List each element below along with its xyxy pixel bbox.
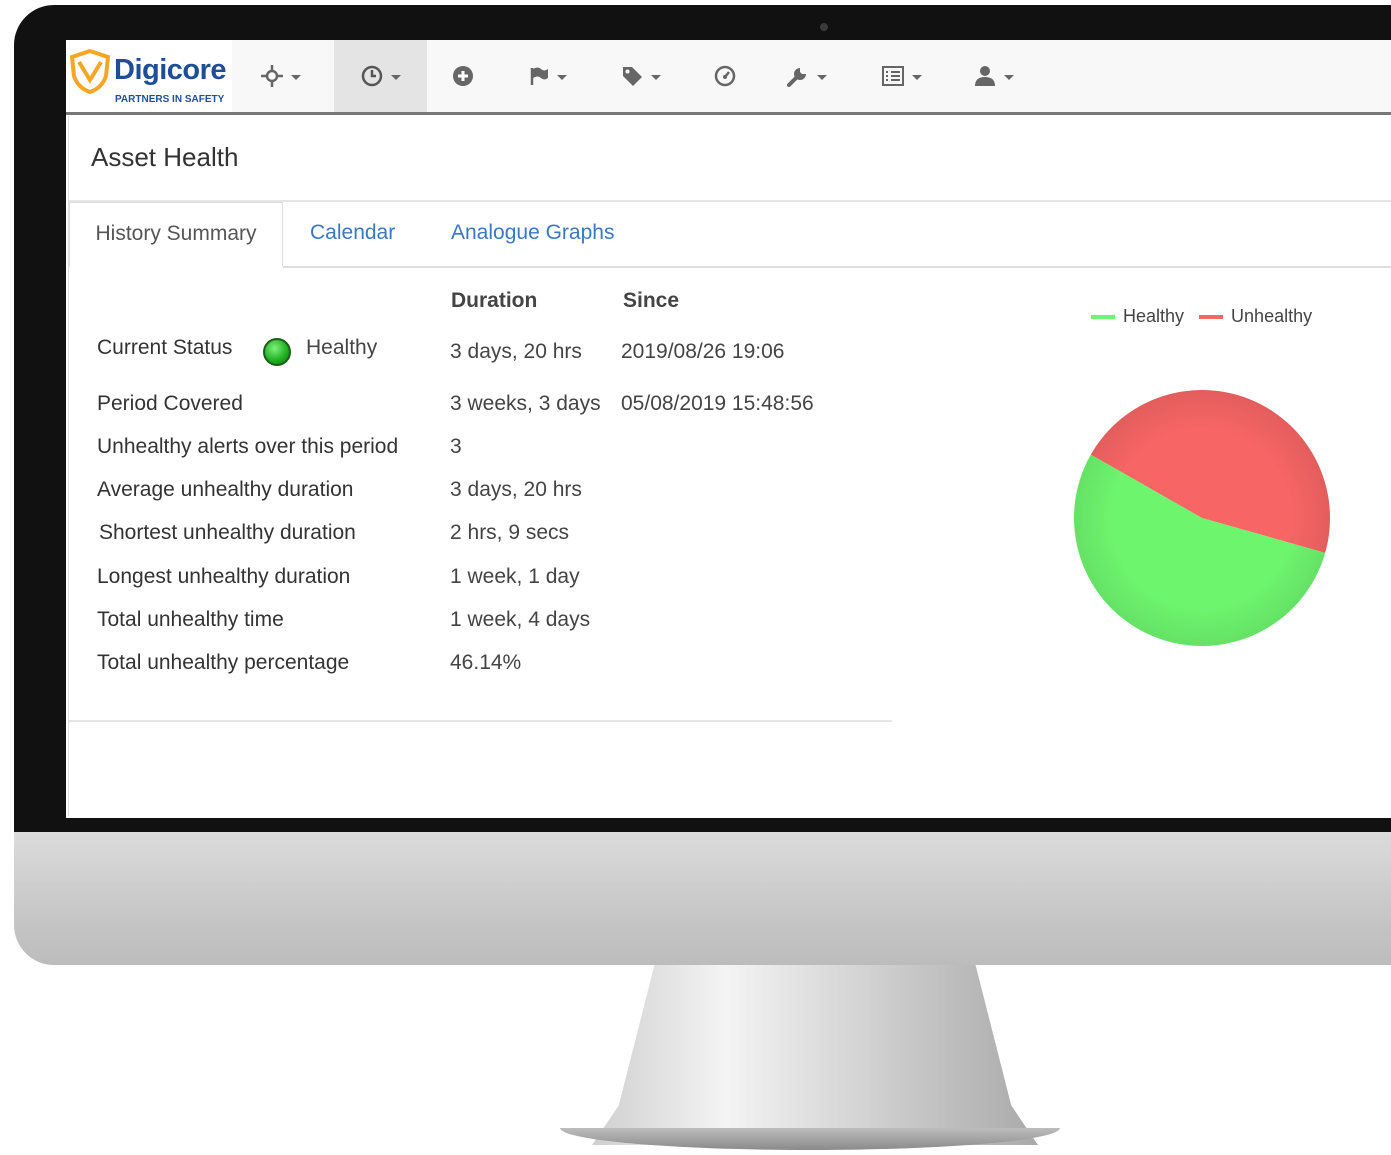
legend-label: Healthy [1123,306,1185,326]
page-title: Asset Health [91,142,239,172]
monitor-chin [14,832,1391,965]
nav-add-button[interactable] [446,40,480,112]
top-navbar: Digicore PARTNERS IN SAFETY [66,40,1391,115]
legend-entry-unhealthy[interactable]: Unhealthy [1199,306,1312,326]
legend-swatch [1199,315,1224,320]
dashboard-icon [714,65,736,87]
tab-analogue-graphs[interactable]: Analogue Graphs [451,202,614,264]
legend-label: Unhealthy [1231,306,1313,326]
table-row-label: Average unhealthy duration [97,478,354,501]
chart-legend: Healthy Unhealthy [1091,306,1322,327]
table-row-label: Total unhealthy percentage [97,651,350,674]
clock-icon [361,65,382,87]
current-status-label: Current Status [97,336,233,359]
column-header-duration: Duration [451,289,538,312]
chevron-down-icon [912,74,922,80]
legend-swatch [1091,315,1115,320]
table-row-value: 3 days, 20 hrs [450,478,582,501]
wrench-icon [787,68,806,87]
tab-history-summary[interactable]: History Summary [69,202,283,268]
legend-entry-healthy[interactable]: Healthy [1091,306,1184,326]
table-row-label: Longest unhealthy duration [97,565,351,588]
list-icon [882,66,904,86]
brand-logo[interactable]: Digicore PARTNERS IN SAFETY [66,40,232,112]
shield-logo-icon [69,48,111,94]
nav-history-menu[interactable] [334,40,427,112]
brand-name: Digicore [114,54,227,86]
period-covered-label: Period Covered [97,392,243,415]
monitor-stand-base [560,1128,1060,1150]
status-indicator-icon [263,338,291,366]
chevron-down-icon [291,74,301,80]
nav-user-menu[interactable] [966,40,1022,112]
tag-icon [623,67,642,86]
column-header-since: Since [623,289,680,312]
current-status-value: Healthy [306,336,378,359]
current-status-since: 2019/08/26 19:06 [621,340,785,363]
chevron-down-icon [651,74,661,80]
user-icon [975,66,995,86]
chevron-down-icon [390,74,401,80]
tab-bar: History Summary Calendar Analogue Graphs [69,202,1391,268]
flag-icon [530,67,548,85]
current-status-duration: 3 days, 20 hrs [450,340,582,363]
nav-tools-menu[interactable] [778,40,836,112]
table-row-value: 2 hrs, 9 secs [450,521,570,544]
tab-calendar[interactable]: Calendar [310,202,395,264]
pie-chart-svg [1074,390,1330,646]
nav-reports-menu[interactable] [872,40,932,112]
camera-dot [820,23,828,31]
table-row-label: Shortest unhealthy duration [99,521,356,544]
screen: Digicore PARTNERS IN SAFETY Asset Health… [66,40,1391,818]
period-covered-since: 05/08/2019 15:48:56 [621,392,814,415]
health-pie-chart: Healthy Unhealthy [1059,266,1391,686]
nav-dashboard-button[interactable] [708,40,742,112]
asset-health-panel: Asset Health History Summary Calendar An… [68,116,1391,816]
table-row-value: 46.14% [450,651,522,674]
period-covered-duration: 3 weeks, 3 days [450,392,601,415]
plus-circle-icon [453,66,473,86]
chevron-down-icon [557,74,567,80]
chevron-down-icon [1004,74,1014,80]
crosshair-icon [261,65,283,87]
divider [69,720,892,722]
table-row-value: 1 week, 1 day [450,565,580,588]
nav-tag-menu[interactable] [612,40,670,112]
monitor-stand [592,965,1038,1145]
nav-crosshair-menu[interactable] [250,40,312,112]
chevron-down-icon [817,74,827,80]
table-row-label: Total unhealthy time [97,608,284,631]
table-row-label: Unhealthy alerts over this period [97,435,399,458]
nav-flag-menu[interactable] [518,40,578,112]
brand-tagline: PARTNERS IN SAFETY [115,94,225,105]
table-row-value: 3 [450,435,462,458]
table-row-value: 1 week, 4 days [450,608,591,631]
